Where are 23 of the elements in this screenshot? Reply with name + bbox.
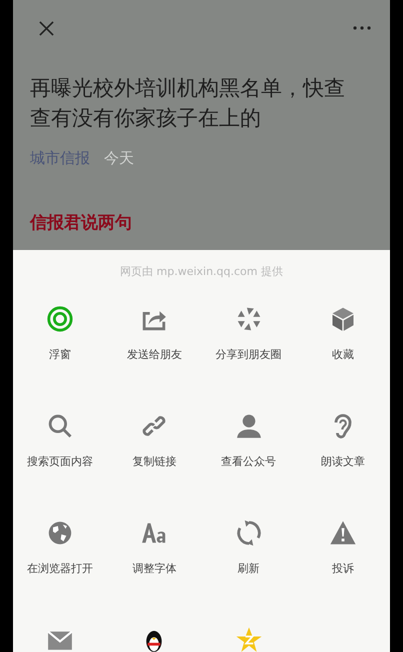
action-label[interactable]: 发送给朋友 — [126, 347, 182, 362]
action-label[interactable]: 在浏览器打开 — [27, 561, 94, 576]
person-icon[interactable] — [234, 412, 263, 440]
action-label[interactable]: 收藏 — [332, 347, 354, 362]
action-label[interactable]: 投诉 — [332, 561, 354, 576]
action-label[interactable]: 搜索页面内容 — [27, 454, 94, 469]
refresh-icon[interactable] — [234, 519, 263, 547]
close-icon[interactable] — [39, 20, 54, 36]
action-label[interactable]: 朗读文章 — [320, 454, 365, 469]
action-label[interactable]: 刷新 — [238, 561, 260, 576]
action-label[interactable]: 分享到朋友圈 — [216, 347, 282, 362]
action-label[interactable]: 复制链接 — [132, 454, 176, 469]
star-icon[interactable] — [234, 626, 263, 652]
provider-caption: 网页由 mp.weixin.qq.com 提供 — [119, 264, 284, 279]
article-title: 再曝光校外培训机构黑名单，快查查有没有你家孩子在上的 — [30, 75, 346, 132]
action-label[interactable]: 调整字体 — [132, 561, 176, 576]
section-heading: 信报君说两句 — [30, 212, 133, 234]
ring-icon[interactable] — [46, 305, 74, 333]
article-date: 今天 — [104, 149, 134, 168]
more-icon[interactable] — [353, 26, 371, 30]
action-label[interactable]: 浮窗 — [49, 347, 72, 362]
warning-icon[interactable] — [328, 519, 357, 547]
action-label[interactable]: 查看公众号 — [221, 454, 276, 469]
